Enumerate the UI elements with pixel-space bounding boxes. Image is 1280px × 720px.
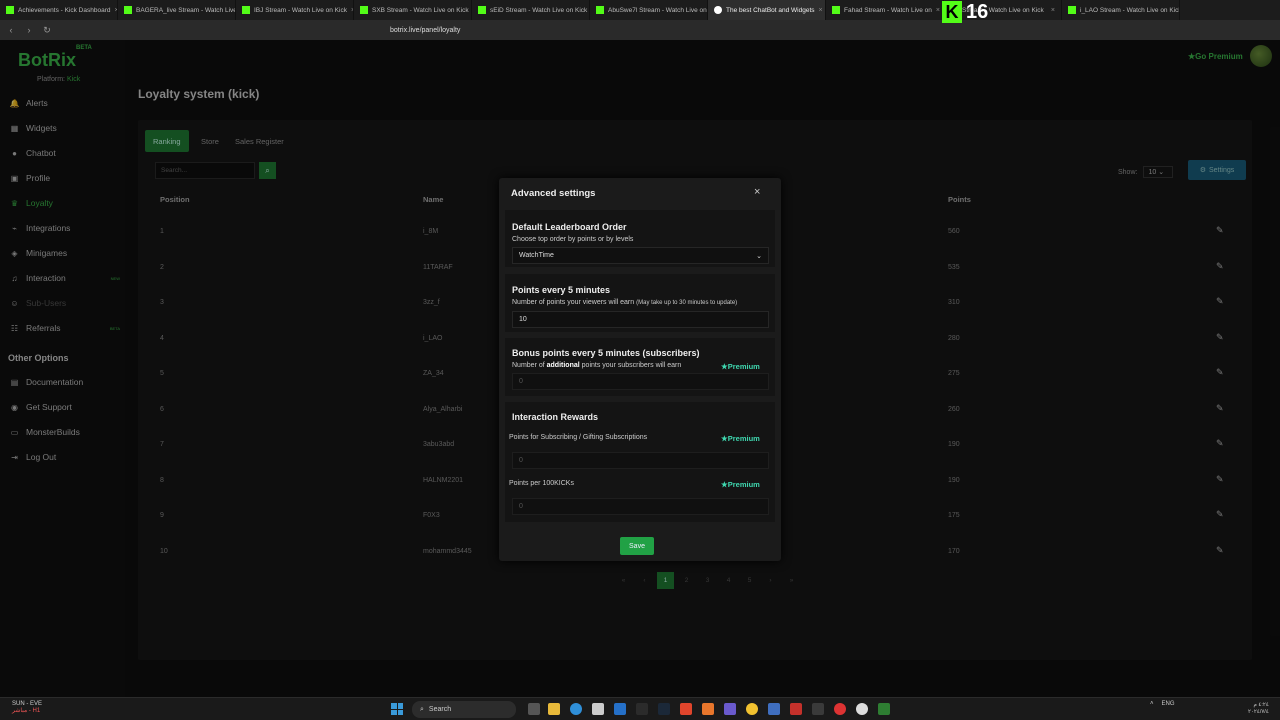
browser-tab-label: Achievements - Kick Dashboard [18, 6, 111, 14]
browser-tab-label: BAGERA_live Stream - Watch Live [136, 6, 236, 14]
app-icon[interactable] [790, 703, 802, 715]
mail-icon[interactable] [614, 703, 626, 715]
kick-favicon-icon [124, 6, 132, 14]
interaction-rewards-section: Interaction Rewards Points for Subscribi… [505, 402, 775, 522]
kick-favicon-icon [1068, 6, 1076, 14]
xbox-icon[interactable] [636, 703, 648, 715]
browser-address-bar: ‹ › ↻ botrix.live/panel/loyalty [0, 20, 1280, 40]
bonus-input[interactable]: 0 [512, 373, 769, 390]
discord-icon[interactable] [724, 703, 736, 715]
leaderboard-section: Default Leaderboard Order Choose top ord… [505, 210, 775, 267]
save-button[interactable]: Save [620, 537, 654, 555]
browser-tab-label: IBJ Stream - Watch Live on Kick [254, 6, 347, 14]
app-icon[interactable] [878, 703, 890, 715]
points-input[interactable]: 10 [512, 311, 769, 328]
browser-tab-label: SXB Stream - Watch Live on Kick [372, 6, 469, 14]
browser-tab[interactable]: sEiD Stream - Watch Live on Kick× [472, 0, 590, 20]
rewards-heading: Interaction Rewards [512, 412, 599, 422]
kick-logo-icon: K [942, 1, 962, 23]
points-heading: Points every 5 minutes [512, 285, 611, 295]
lang-indicator[interactable]: ENG [1162, 701, 1175, 707]
points-desc: Number of points your viewers will earn … [512, 299, 738, 306]
close-tab-icon[interactable]: × [936, 7, 940, 14]
browser-tab-label: Fahad Stream - Watch Live on [844, 6, 932, 14]
taskbar: SUN - EVE مباشر - H1 ⌕ Search ˄ ENG ٤:٢٤… [0, 697, 1280, 720]
steam-icon[interactable] [658, 703, 670, 715]
kick-overlay-badge: K 16 [942, 1, 988, 23]
premium-badge[interactable]: ★Premium [721, 362, 760, 371]
system-tray[interactable]: ˄ ENG [1150, 701, 1175, 707]
kick-favicon-icon [832, 6, 840, 14]
browser-tab[interactable]: Achievements - Kick Dashboard× [0, 0, 118, 20]
kick-overlay-number: 16 [966, 0, 989, 23]
search-icon: ⌕ [420, 705, 424, 713]
windows-start-icon[interactable] [391, 703, 403, 715]
app-icon[interactable] [834, 703, 846, 715]
leaderboard-heading: Default Leaderboard Order [512, 222, 627, 232]
browser-tab-label: i_LAO Stream - Watch Live on Kick [1080, 6, 1180, 14]
app-icon[interactable] [702, 703, 714, 715]
clock[interactable]: ٤:٢٤ م ٢٠٢٤/٧/٤ [1248, 702, 1269, 716]
browser-tab[interactable]: The best ChatBot and Widgets × [708, 0, 826, 20]
browser-tab[interactable]: IBJ Stream - Watch Live on Kick× [236, 0, 354, 20]
app-icon[interactable] [812, 703, 824, 715]
taskbar-search[interactable]: ⌕ Search [412, 701, 516, 718]
kick-favicon-icon [478, 6, 486, 14]
reload-icon[interactable]: ↻ [42, 25, 52, 36]
bonus-desc: Number of additional points your subscri… [512, 362, 682, 369]
botrix-favicon-icon [714, 6, 722, 14]
edge-icon[interactable] [570, 703, 582, 715]
browser-tab[interactable]: BAGERA_live Stream - Watch Live× [118, 0, 236, 20]
task-view-icon[interactable] [528, 703, 540, 715]
brave-icon[interactable] [680, 703, 692, 715]
browser-tab[interactable]: AbuSwe7l Stream - Watch Live on× [590, 0, 708, 20]
kick-favicon-icon [6, 6, 14, 14]
weather-widget[interactable]: SUN - EVE مباشر - H1 [12, 701, 42, 715]
advanced-settings-modal: Advanced settings × Default Leaderboard … [499, 178, 781, 561]
app-icon[interactable] [768, 703, 780, 715]
subs-points-input[interactable]: 0 [512, 452, 769, 469]
browser-tab-label: AbuSwe7l Stream - Watch Live on [608, 6, 707, 14]
chevron-up-icon[interactable]: ˄ [1150, 701, 1154, 707]
kick-favicon-icon [360, 6, 368, 14]
subs-label: Points for Subscribing / Gifting Subscri… [509, 434, 648, 441]
kicks-points-input[interactable]: 0 [512, 498, 769, 515]
app-icon[interactable] [856, 703, 868, 715]
browser-tab-label: sEiD Stream - Watch Live on Kick [490, 6, 588, 14]
bonus-section: Bonus points every 5 minutes (subscriber… [505, 338, 775, 396]
browser-tab-strip: Achievements - Kick Dashboard×BAGERA_liv… [0, 0, 1280, 20]
browser-tab[interactable]: i_LAO Stream - Watch Live on Kick× [1062, 0, 1180, 20]
premium-badge[interactable]: ★Premium [721, 434, 760, 443]
forward-icon[interactable]: › [24, 25, 34, 35]
url-field[interactable]: botrix.live/panel/loyalty [390, 27, 460, 34]
browser-tab-label: The best ChatBot and Widgets [726, 6, 815, 14]
close-icon[interactable]: × [754, 186, 760, 198]
premium-badge[interactable]: ★Premium [721, 480, 760, 489]
modal-title: Advanced settings [511, 188, 596, 199]
file-explorer-icon[interactable] [548, 703, 560, 715]
leaderboard-order-select[interactable]: WatchTime ⌄ [512, 247, 769, 264]
close-tab-icon[interactable]: × [1051, 7, 1055, 14]
leaderboard-desc: Choose top order by points or by levels [512, 236, 634, 243]
back-icon[interactable]: ‹ [6, 25, 16, 35]
points-section: Points every 5 minutes Number of points … [505, 274, 775, 332]
browser-tab[interactable]: Fahad Stream - Watch Live on × [826, 0, 944, 20]
browser-tab[interactable]: SXB Stream - Watch Live on Kick× [354, 0, 472, 20]
chevron-down-icon: ⌄ [756, 252, 762, 260]
bonus-heading: Bonus points every 5 minutes (subscriber… [512, 348, 700, 358]
kick-favicon-icon [596, 6, 604, 14]
kicks-label: Points per 100KICKs [509, 480, 574, 487]
app-icon[interactable] [746, 703, 758, 715]
kick-favicon-icon [242, 6, 250, 14]
close-tab-icon[interactable]: × [819, 7, 823, 14]
store-icon[interactable] [592, 703, 604, 715]
